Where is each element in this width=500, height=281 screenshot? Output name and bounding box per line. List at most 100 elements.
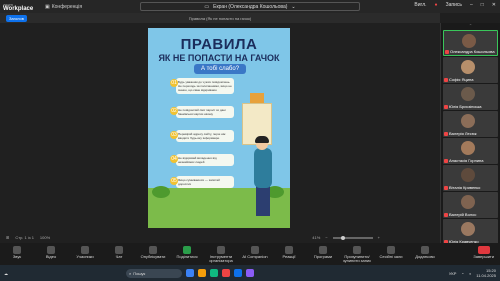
chat-label: Чат bbox=[115, 254, 123, 259]
participant-tile[interactable]: Анастасія Горпина bbox=[443, 138, 498, 164]
screen-share-indicator[interactable]: ▭ Екран (Олександра Кошольова) ⌄ bbox=[140, 2, 360, 11]
record-label[interactable]: Запись bbox=[446, 2, 462, 8]
participant-tile[interactable]: Віталія Кривенко bbox=[443, 165, 498, 191]
rule-text: Перевіряй адресу сайту, перш ніж вводити… bbox=[178, 132, 226, 140]
zoom-taskbar-icon[interactable] bbox=[234, 269, 242, 277]
fit-label[interactable]: 100% bbox=[40, 235, 50, 240]
host-tools-label: Інструменти організатора bbox=[209, 254, 233, 263]
rule-text: Якщо сумніваєшся — запитай дорослих bbox=[178, 178, 220, 186]
share-screen-button[interactable]: Поділитися bbox=[170, 246, 204, 259]
mic-muted-icon bbox=[444, 159, 448, 163]
participant-tile[interactable]: Олександра Кошольова bbox=[443, 30, 498, 56]
host-tools-button[interactable]: Інструменти організатора bbox=[204, 246, 238, 263]
participant-name: Валерія Лесюк bbox=[449, 131, 477, 136]
search-placeholder: Пошук bbox=[133, 270, 146, 276]
chat-button[interactable]: Чат bbox=[102, 246, 136, 259]
app-brand: zoom Workplace bbox=[3, 2, 39, 12]
mic-muted-icon bbox=[444, 105, 448, 109]
app-icon[interactable] bbox=[246, 269, 254, 277]
zoom-out-icon[interactable]: − bbox=[325, 235, 327, 240]
participant-name: Валерій Волос bbox=[449, 212, 477, 217]
audio-button[interactable]: Звук bbox=[0, 246, 34, 259]
screen-icon: ▭ bbox=[204, 3, 210, 10]
gallery-up-icon[interactable]: ⌃ bbox=[441, 23, 500, 29]
participant-video bbox=[461, 87, 475, 101]
rule-card: 01 Будь уважним до чужих повідомлень. Не… bbox=[170, 78, 234, 94]
reactions-button[interactable]: Реакції bbox=[272, 246, 306, 259]
ai-icon bbox=[251, 246, 259, 254]
app-icon[interactable] bbox=[222, 269, 230, 277]
meeting-tab[interactable]: ▣ Конференція bbox=[45, 4, 82, 10]
person-hair bbox=[255, 136, 269, 143]
reactions-label: Реакції bbox=[282, 254, 296, 259]
rule-text: Не повідомляй свої паролі чи дані банків… bbox=[178, 108, 226, 116]
poster-title: ПРАВИЛА bbox=[180, 36, 258, 53]
rule-card: 02 Не повідомляй свої паролі чи дані бан… bbox=[170, 106, 234, 118]
person-legs bbox=[256, 186, 270, 216]
zoom-slider[interactable] bbox=[332, 235, 373, 240]
apps-icon bbox=[319, 246, 327, 254]
participant-tile[interactable]: Юлія Кравченко bbox=[443, 219, 498, 245]
clock[interactable]: 15:20 11.04.2025 bbox=[476, 268, 496, 278]
zoom-slider-knob[interactable] bbox=[340, 235, 345, 240]
end-meeting-button[interactable]: Завершити bbox=[473, 246, 494, 259]
participant-tile[interactable]: Валерій Волос bbox=[443, 192, 498, 218]
start-icon[interactable] bbox=[186, 269, 194, 277]
share-label: Поділитися bbox=[176, 254, 198, 259]
weather-icon[interactable]: ☁ bbox=[4, 271, 8, 276]
record-button[interactable]: Призупинити/зупинити запис bbox=[340, 246, 374, 263]
participants-label: Учасники bbox=[76, 254, 94, 259]
reactions-icon bbox=[285, 246, 293, 254]
zoom-level: 41% bbox=[312, 235, 321, 240]
search-icon: ⌕ bbox=[129, 270, 132, 276]
meeting-controls: Звук Відео Учасники Чат Опублікувати Под… bbox=[0, 243, 500, 265]
mic-icon bbox=[13, 246, 21, 254]
participant-tile[interactable]: Юлія Брисзінська bbox=[443, 84, 498, 110]
taskbar-search[interactable]: ⌕ Пошук bbox=[126, 268, 182, 278]
breakout-button[interactable]: Сесійні зали bbox=[374, 246, 408, 259]
video-icon bbox=[47, 246, 55, 254]
video-button[interactable]: Відео bbox=[34, 246, 68, 259]
rule-number: 02 bbox=[170, 107, 178, 115]
view-button[interactable]: Вигл. bbox=[414, 2, 426, 8]
browser-icon[interactable] bbox=[210, 269, 218, 277]
windows-taskbar: ☁ ⌕ Пошук УКР ◔ ◖ 15:20 11.04.2025 bbox=[0, 265, 500, 281]
mic-muted-icon bbox=[444, 186, 448, 190]
end-label: Завершити bbox=[473, 254, 494, 259]
mic-muted-icon bbox=[445, 50, 449, 54]
page-info: Стр. 1 із 1 bbox=[15, 235, 34, 240]
zoom-in-icon[interactable]: + bbox=[378, 235, 380, 240]
publish-button[interactable]: Опублікувати bbox=[136, 246, 170, 259]
rule-number: 03 bbox=[170, 131, 178, 139]
participant-tile[interactable]: Софія Яцина bbox=[443, 57, 498, 83]
poster-slide: ПРАВИЛА ЯК НЕ ПОПАСТИ НА ГАЧОК А тобі сл… bbox=[148, 28, 290, 228]
document-toolbar: Заголов Правила (Як не попасти на гачок) bbox=[0, 13, 440, 23]
close-icon[interactable]: ✕ bbox=[492, 2, 496, 8]
participant-video bbox=[462, 34, 476, 48]
more-button[interactable]: Додатково bbox=[408, 246, 442, 259]
maximize-icon[interactable]: □ bbox=[481, 2, 484, 8]
participant-video bbox=[461, 60, 475, 74]
ai-companion-button[interactable]: AI Companion bbox=[238, 246, 272, 259]
chevron-down-icon: ⌄ bbox=[291, 3, 296, 10]
record-label: Призупинити/зупинити запис bbox=[342, 254, 372, 263]
minimize-icon[interactable]: – bbox=[470, 2, 473, 8]
breakout-label: Сесійні зали bbox=[379, 254, 403, 259]
clock-date: 11.04.2025 bbox=[476, 273, 496, 278]
apps-button[interactable]: Програми bbox=[306, 246, 340, 259]
volume-icon[interactable]: ◖ bbox=[469, 271, 471, 276]
participants-icon bbox=[81, 246, 89, 254]
person-body bbox=[254, 148, 272, 188]
participant-video bbox=[461, 168, 475, 182]
rule-number: 01 bbox=[170, 79, 178, 87]
language-indicator[interactable]: УКР bbox=[449, 271, 457, 276]
participants-button[interactable]: Учасники bbox=[68, 246, 102, 259]
end-call-icon bbox=[477, 246, 490, 254]
rule-card: 04 Не відкривай вкладення від незнайомих… bbox=[170, 154, 234, 166]
participant-tile[interactable]: Валерія Лесюк bbox=[443, 111, 498, 137]
apps-label: Програми bbox=[313, 254, 333, 259]
doc-title: Правила (Як не попасти на гачок) bbox=[188, 15, 252, 21]
wifi-icon[interactable]: ◔ bbox=[461, 271, 463, 276]
explorer-icon[interactable] bbox=[198, 269, 206, 277]
layout-icon[interactable]: ⊞ bbox=[6, 235, 9, 240]
